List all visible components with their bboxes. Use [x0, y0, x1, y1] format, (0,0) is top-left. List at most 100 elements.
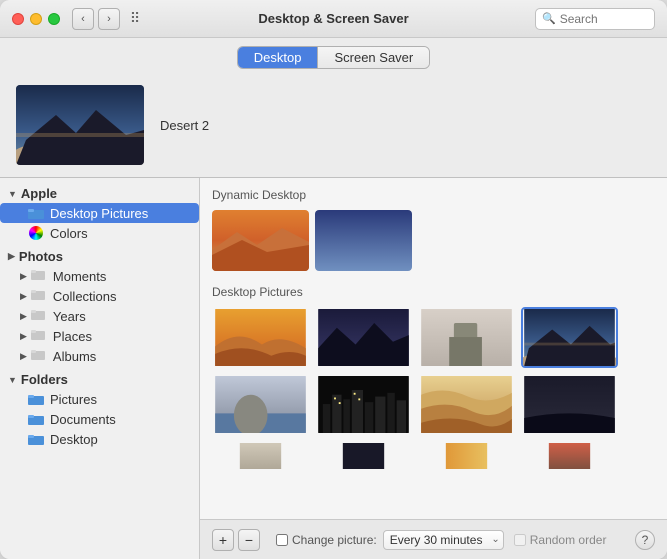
- wallpaper-thumb-dp-10[interactable]: [315, 441, 412, 471]
- expand-icon-albums: ▶: [20, 351, 27, 362]
- dynamic-thumb-1[interactable]: [212, 210, 309, 271]
- interval-select-wrapper[interactable]: Every 30 minutes Every 5 minutes Every h…: [383, 530, 504, 550]
- preview-name: Desert 2: [160, 118, 209, 133]
- back-button[interactable]: ‹: [72, 8, 94, 30]
- sidebar-item-moments[interactable]: ▶ Moments: [0, 266, 199, 286]
- sidebar-section-label-photos: Photos: [19, 249, 63, 264]
- folder-icon-places: [31, 328, 47, 344]
- tab-segment: Desktop Screen Saver: [237, 46, 430, 69]
- expand-icon-moments: ▶: [20, 271, 27, 282]
- dynamic-thumb-2[interactable]: [315, 210, 412, 271]
- sidebar-item-label-collections: Collections: [53, 289, 117, 304]
- sidebar-item-albums[interactable]: ▶ Albums: [0, 346, 199, 366]
- change-picture-label[interactable]: Change picture:: [276, 533, 377, 547]
- folder-icon-moments: [31, 268, 47, 284]
- wallpaper-thumb-dp-5[interactable]: [212, 374, 309, 435]
- wallpaper-thumb-dp-2[interactable]: [315, 307, 412, 368]
- wallpaper-thumb-dp-9[interactable]: [212, 441, 309, 471]
- expand-icon-years: ▶: [20, 311, 27, 322]
- sidebar-item-colors[interactable]: Colors: [0, 223, 199, 243]
- tab-screensaver[interactable]: Screen Saver: [318, 47, 429, 68]
- folder-icon-pictures: [28, 391, 44, 407]
- sidebar-item-label-colors: Colors: [50, 226, 88, 241]
- folder-icon-desktop: [28, 431, 44, 447]
- sidebar-item-documents[interactable]: Documents: [0, 409, 199, 429]
- sidebar-section-label-folders: Folders: [21, 372, 68, 387]
- collapse-icon: ▼: [8, 189, 17, 199]
- sidebar-item-desktop-pictures[interactable]: Desktop Pictures: [0, 203, 199, 223]
- folder-icon: [28, 205, 44, 221]
- app-window: ‹ › ⠿ Desktop & Screen Saver 🔍 Desktop S…: [0, 0, 667, 559]
- folder-icon-years: [31, 308, 47, 324]
- wallpaper-thumb-dp-3[interactable]: [418, 307, 515, 368]
- folder-icon-collections: [31, 288, 47, 304]
- add-button[interactable]: +: [212, 529, 234, 551]
- tab-bar: Desktop Screen Saver: [0, 38, 667, 77]
- wallpaper-scroll[interactable]: Dynamic Desktop: [200, 178, 667, 519]
- sidebar-item-places[interactable]: ▶ Places: [0, 326, 199, 346]
- titlebar: ‹ › ⠿ Desktop & Screen Saver 🔍: [0, 0, 667, 38]
- wallpaper-thumb-dp-11[interactable]: [418, 441, 515, 471]
- add-remove-buttons: + −: [212, 529, 260, 551]
- sidebar-item-collections[interactable]: ▶ Collections: [0, 286, 199, 306]
- bottom-bar: + − Change picture: Every 30 minutes Eve…: [200, 519, 667, 559]
- folder-icon-albums: [31, 348, 47, 364]
- sidebar: ▼ Apple Desktop Pictures Colors: [0, 178, 200, 559]
- grid-button[interactable]: ⠿: [124, 8, 146, 30]
- minimize-button[interactable]: [30, 13, 42, 25]
- sidebar-section-photos[interactable]: ▶ Photos: [0, 247, 199, 266]
- traffic-lights: [12, 13, 60, 25]
- section-label-dynamic: Dynamic Desktop: [212, 188, 655, 202]
- sidebar-section-label-apple: Apple: [21, 186, 57, 201]
- colors-icon: [28, 225, 44, 241]
- sidebar-item-label-desktop-folder: Desktop: [50, 432, 98, 447]
- tab-desktop[interactable]: Desktop: [238, 47, 318, 68]
- sidebar-item-desktop-folder[interactable]: Desktop: [0, 429, 199, 449]
- forward-button[interactable]: ›: [98, 8, 120, 30]
- search-input[interactable]: [560, 12, 648, 26]
- folder-icon-documents: [28, 411, 44, 427]
- preview-area: Desert 2: [0, 77, 667, 177]
- expand-icon-collections: ▶: [20, 291, 27, 302]
- sidebar-item-label-documents: Documents: [50, 412, 116, 427]
- sidebar-item-label-desktop-pictures: Desktop Pictures: [50, 206, 148, 221]
- bottom-center-controls: Change picture: Every 30 minutes Every 5…: [276, 530, 504, 550]
- expand-icon-places: ▶: [20, 331, 27, 342]
- wallpaper-thumb-dp-7[interactable]: [418, 374, 515, 435]
- random-order-checkbox[interactable]: [514, 534, 526, 546]
- remove-button[interactable]: −: [238, 529, 260, 551]
- window-title: Desktop & Screen Saver: [258, 11, 408, 26]
- sidebar-item-label-places: Places: [53, 329, 92, 344]
- collapse-icon-folders: ▼: [8, 375, 17, 385]
- sidebar-item-label-years: Years: [53, 309, 86, 324]
- wallpaper-thumb-dp-1[interactable]: [212, 307, 309, 368]
- wallpaper-grid: [212, 307, 655, 471]
- sidebar-section-folders[interactable]: ▼ Folders: [0, 370, 199, 389]
- preview-thumbnail: [16, 85, 144, 165]
- wallpaper-thumb-dp-6[interactable]: [315, 374, 412, 435]
- bottom-right: ?: [635, 530, 655, 550]
- sidebar-item-years[interactable]: ▶ Years: [0, 306, 199, 326]
- close-button[interactable]: [12, 13, 24, 25]
- section-label-desktop-pictures: Desktop Pictures: [212, 285, 655, 299]
- main-content: ▼ Apple Desktop Pictures Colors: [0, 177, 667, 559]
- sidebar-item-label-albums: Albums: [53, 349, 96, 364]
- random-order-label-wrapper[interactable]: Random order: [514, 533, 607, 547]
- wallpaper-thumb-dp-8[interactable]: [521, 374, 618, 435]
- interval-select[interactable]: Every 30 minutes Every 5 minutes Every h…: [383, 530, 504, 550]
- wallpaper-thumb-dp-4[interactable]: [521, 307, 618, 368]
- help-button[interactable]: ?: [635, 530, 655, 550]
- search-icon: 🔍: [542, 12, 556, 25]
- maximize-button[interactable]: [48, 13, 60, 25]
- change-picture-checkbox[interactable]: [276, 534, 288, 546]
- collapse-icon-photos: ▶: [8, 251, 15, 262]
- search-box[interactable]: 🔍: [535, 8, 655, 30]
- random-order-wrapper: Random order: [510, 533, 607, 547]
- sidebar-item-label-pictures: Pictures: [50, 392, 97, 407]
- sidebar-item-label-moments: Moments: [53, 269, 106, 284]
- sidebar-item-pictures[interactable]: Pictures: [0, 389, 199, 409]
- wallpaper-thumb-dp-12[interactable]: [521, 441, 618, 471]
- right-panel: Dynamic Desktop: [200, 178, 667, 559]
- nav-buttons: ‹ ›: [72, 8, 120, 30]
- sidebar-section-apple[interactable]: ▼ Apple: [0, 184, 199, 203]
